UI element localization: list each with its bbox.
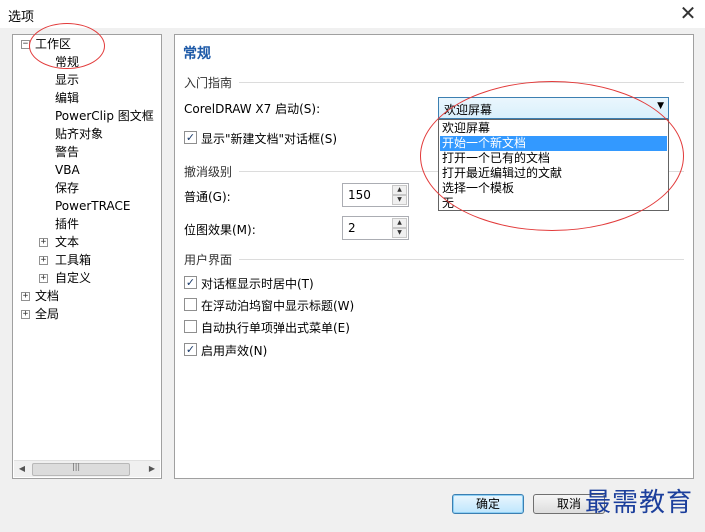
- normal-label: 普通(G):: [184, 190, 231, 204]
- bitmap-spinbox[interactable]: 2 ▲ ▼: [342, 216, 409, 240]
- show-new-doc-checkbox[interactable]: ✓: [184, 131, 197, 144]
- scroll-left-icon[interactable]: ◀: [14, 461, 30, 477]
- tree-item-edit[interactable]: 编辑: [55, 89, 79, 107]
- tree-item-save[interactable]: 保存: [55, 179, 79, 197]
- group-ui: 用户界面: [184, 253, 233, 267]
- tree-item-document[interactable]: 文档: [35, 287, 59, 305]
- normal-spinbox[interactable]: 150 ▲ ▼: [342, 183, 409, 207]
- expand-icon[interactable]: +: [39, 238, 48, 247]
- show-new-doc-label: 显示"新建文档"对话框(S): [201, 132, 338, 146]
- window-title: 选项: [8, 10, 35, 25]
- group-startup: 入门指南: [184, 76, 233, 90]
- expand-icon[interactable]: +: [21, 292, 30, 301]
- tree-item-snap[interactable]: 贴齐对象: [55, 125, 103, 143]
- tree-item-toolbox[interactable]: 工具箱: [55, 251, 91, 269]
- spin-up-icon[interactable]: ▲: [392, 218, 407, 228]
- tree-item-powertrace[interactable]: PowerTRACE: [55, 197, 130, 215]
- expand-icon[interactable]: +: [21, 310, 30, 319]
- spin-up-icon[interactable]: ▲: [392, 185, 407, 195]
- sound-label: 启用声效(N): [201, 344, 268, 358]
- expand-icon[interactable]: +: [39, 274, 48, 283]
- tree-item-warnings[interactable]: 警告: [55, 143, 79, 161]
- tree-item-plugins[interactable]: 插件: [55, 215, 79, 233]
- watermark: 最需教育: [585, 488, 694, 518]
- tree-item-vba[interactable]: VBA: [55, 161, 80, 179]
- tree-item-display[interactable]: 显示: [55, 71, 79, 89]
- docker-title-checkbox[interactable]: [184, 298, 197, 311]
- expand-icon[interactable]: +: [39, 256, 48, 265]
- tree-item-powerclip[interactable]: PowerClip 图文框: [55, 107, 154, 125]
- highlight-circle: [420, 81, 684, 231]
- divider: [239, 259, 684, 260]
- auto-popup-label: 自动执行单项弹出式菜单(E): [201, 321, 350, 335]
- horizontal-scrollbar[interactable]: ◀ ||| ▶: [14, 460, 160, 477]
- sound-checkbox[interactable]: ✓: [184, 343, 197, 356]
- tree-item-customize[interactable]: 自定义: [55, 269, 91, 287]
- highlight-circle: [29, 23, 105, 69]
- bitmap-value: 2: [348, 221, 356, 235]
- close-icon[interactable]: ✕: [676, 2, 700, 24]
- title-bar: 选项 ✕: [0, 0, 705, 28]
- category-tree[interactable]: − 工作区 常规 显示 编辑 PowerClip 图文框 贴齐对象 警告 VBA…: [12, 34, 162, 479]
- page-title: 常规: [183, 46, 211, 62]
- spin-down-icon[interactable]: ▼: [392, 195, 407, 205]
- center-dialog-label: 对话框显示时居中(T): [201, 277, 314, 291]
- scroll-right-icon[interactable]: ▶: [144, 461, 160, 477]
- divider: [239, 82, 684, 83]
- center-dialog-checkbox[interactable]: ✓: [184, 276, 197, 289]
- auto-popup-checkbox[interactable]: [184, 320, 197, 333]
- docker-title-label: 在浮动泊坞窗中显示标题(W): [201, 299, 355, 313]
- spin-down-icon[interactable]: ▼: [392, 228, 407, 238]
- chevron-down-icon[interactable]: ▼: [657, 101, 664, 111]
- normal-value: 150: [348, 188, 371, 202]
- scroll-grip-icon: |||: [72, 462, 81, 471]
- startup-label: CorelDRAW X7 启动(S):: [184, 102, 321, 116]
- tree-item-text[interactable]: 文本: [55, 233, 79, 251]
- scroll-thumb[interactable]: [32, 463, 130, 476]
- ok-button[interactable]: 确定: [452, 494, 524, 514]
- tree-item-global[interactable]: 全局: [35, 305, 59, 323]
- group-undo: 撤消级别: [184, 165, 233, 179]
- bitmap-label: 位图效果(M):: [184, 223, 256, 237]
